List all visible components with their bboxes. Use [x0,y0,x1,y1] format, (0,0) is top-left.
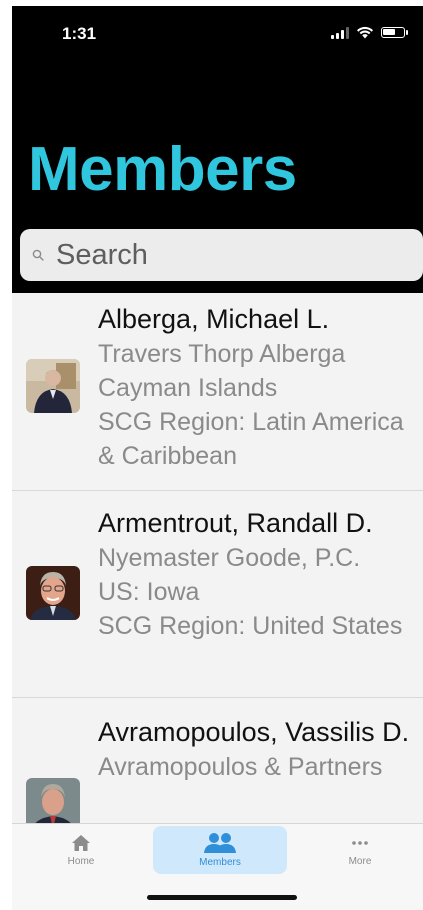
tab-label: More [348,856,372,867]
people-icon [204,833,236,853]
house-icon [72,835,90,851]
member-location: Cayman Islands [98,374,278,402]
member-name: Avramopoulos, Vassilis D. [98,717,410,747]
member-text: Alberga, Michael L. Travers Thorp Alberg… [98,301,419,473]
search-input[interactable] [56,238,386,272]
tab-members[interactable]: Members [153,826,287,874]
list-item[interactable]: Alberga, Michael L. Travers Thorp Alberg… [12,293,423,491]
member-location: US: Iowa [98,578,200,606]
member-firm: Avramopoulos & Partners [98,753,383,781]
tab-more[interactable]: More [293,826,423,874]
member-name: Alberga, Michael L. [98,304,330,334]
status-bar: 1:31 [12,6,423,56]
member-firm: Travers Thorp Alberga [98,340,346,368]
search-icon [32,249,44,261]
home-indicator [147,895,297,900]
wifi-icon [357,26,373,39]
header: 1:31 Members [12,6,423,293]
tab-home[interactable]: Home [14,826,148,874]
list-item[interactable]: Armentrout, Randall D. Nyemaster Goode, … [12,491,423,698]
member-region: SCG Region: Latin America & Caribbean [98,408,404,470]
ellipsis-icon [352,841,368,845]
search-bar[interactable] [20,229,423,281]
tab-bar: Home Members More [12,823,423,910]
member-name: Armentrout, Randall D. [98,508,373,538]
member-region: SCG Region: United States [98,612,403,640]
status-time: 1:31 [62,24,97,43]
tab-label: Home [67,856,95,867]
member-firm: Nyemaster Goode, P.C. [98,544,361,572]
page-title: Members [28,135,297,204]
app-screen: 1:31 Members Search Alberga, Michael L. … [12,6,423,910]
member-text: Avramopoulos, Vassilis D. Avramopoulos &… [98,714,419,784]
battery-icon [381,27,408,38]
members-list[interactable]: Alberga, Michael L. Travers Thorp Alberg… [12,293,423,898]
status-icons [331,26,408,39]
tab-label: Members [199,857,241,868]
avatar [26,359,80,413]
avatar [26,566,80,620]
signal-icon [331,26,349,39]
member-text: Armentrout, Randall D. Nyemaster Goode, … [98,505,419,643]
